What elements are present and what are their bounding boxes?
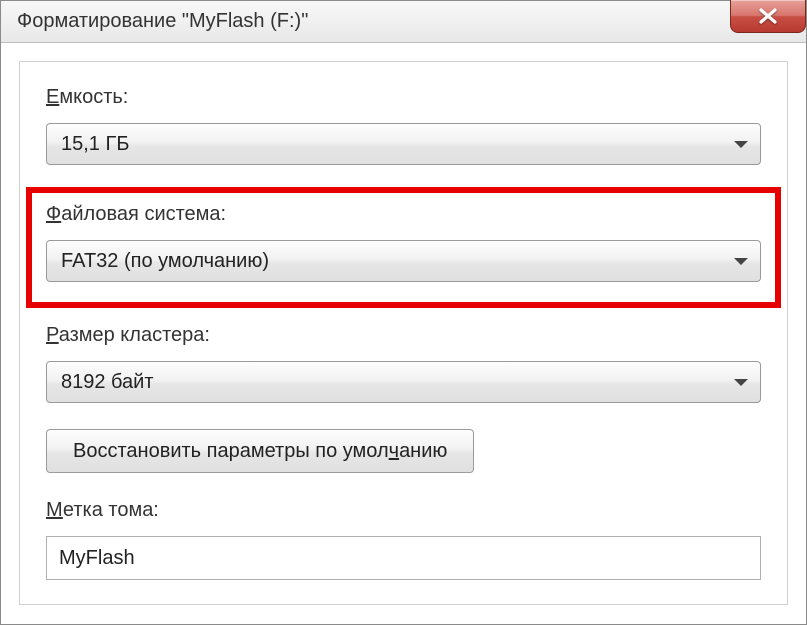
restore-defaults-button[interactable]: Восстановить параметры по умолчанию [46,429,474,473]
titlebar: Форматирование "MyFlash (F:)" [1,1,806,43]
restore-defaults-row: Восстановить параметры по умолчанию [46,429,761,473]
capacity-field: Емкость: 15,1 ГБ [46,86,761,165]
window-title: Форматирование "MyFlash (F:)" [17,10,308,33]
cluster-label: Размер кластера: [46,324,761,347]
main-panel: Емкость: 15,1 ГБ Файловая система: FAT32… [19,61,788,605]
volume-label-input[interactable] [46,536,761,580]
chevron-down-icon [734,258,748,265]
capacity-dropdown[interactable]: 15,1 ГБ [46,123,761,165]
chevron-down-icon [734,141,748,148]
capacity-label: Емкость: [46,86,761,109]
chevron-down-icon [734,379,748,386]
filesystem-dropdown[interactable]: FAT32 (по умолчанию) [46,240,761,282]
volume-label-field: Метка тома: [46,499,761,580]
close-icon [758,8,778,24]
close-button[interactable] [730,0,806,33]
cluster-dropdown[interactable]: 8192 байт [46,361,761,403]
content-area: Емкость: 15,1 ГБ Файловая система: FAT32… [1,43,806,623]
filesystem-value: FAT32 (по умолчанию) [61,250,269,273]
cluster-field: Размер кластера: 8192 байт [46,324,761,403]
format-dialog: Форматирование "MyFlash (F:)" Емкость: 1… [0,0,807,625]
filesystem-field: Файловая система: FAT32 (по умолчанию) [26,187,781,308]
filesystem-label: Файловая система: [46,203,761,226]
volume-label-label: Метка тома: [46,499,761,522]
cluster-value: 8192 байт [61,371,154,394]
capacity-value: 15,1 ГБ [61,133,129,156]
